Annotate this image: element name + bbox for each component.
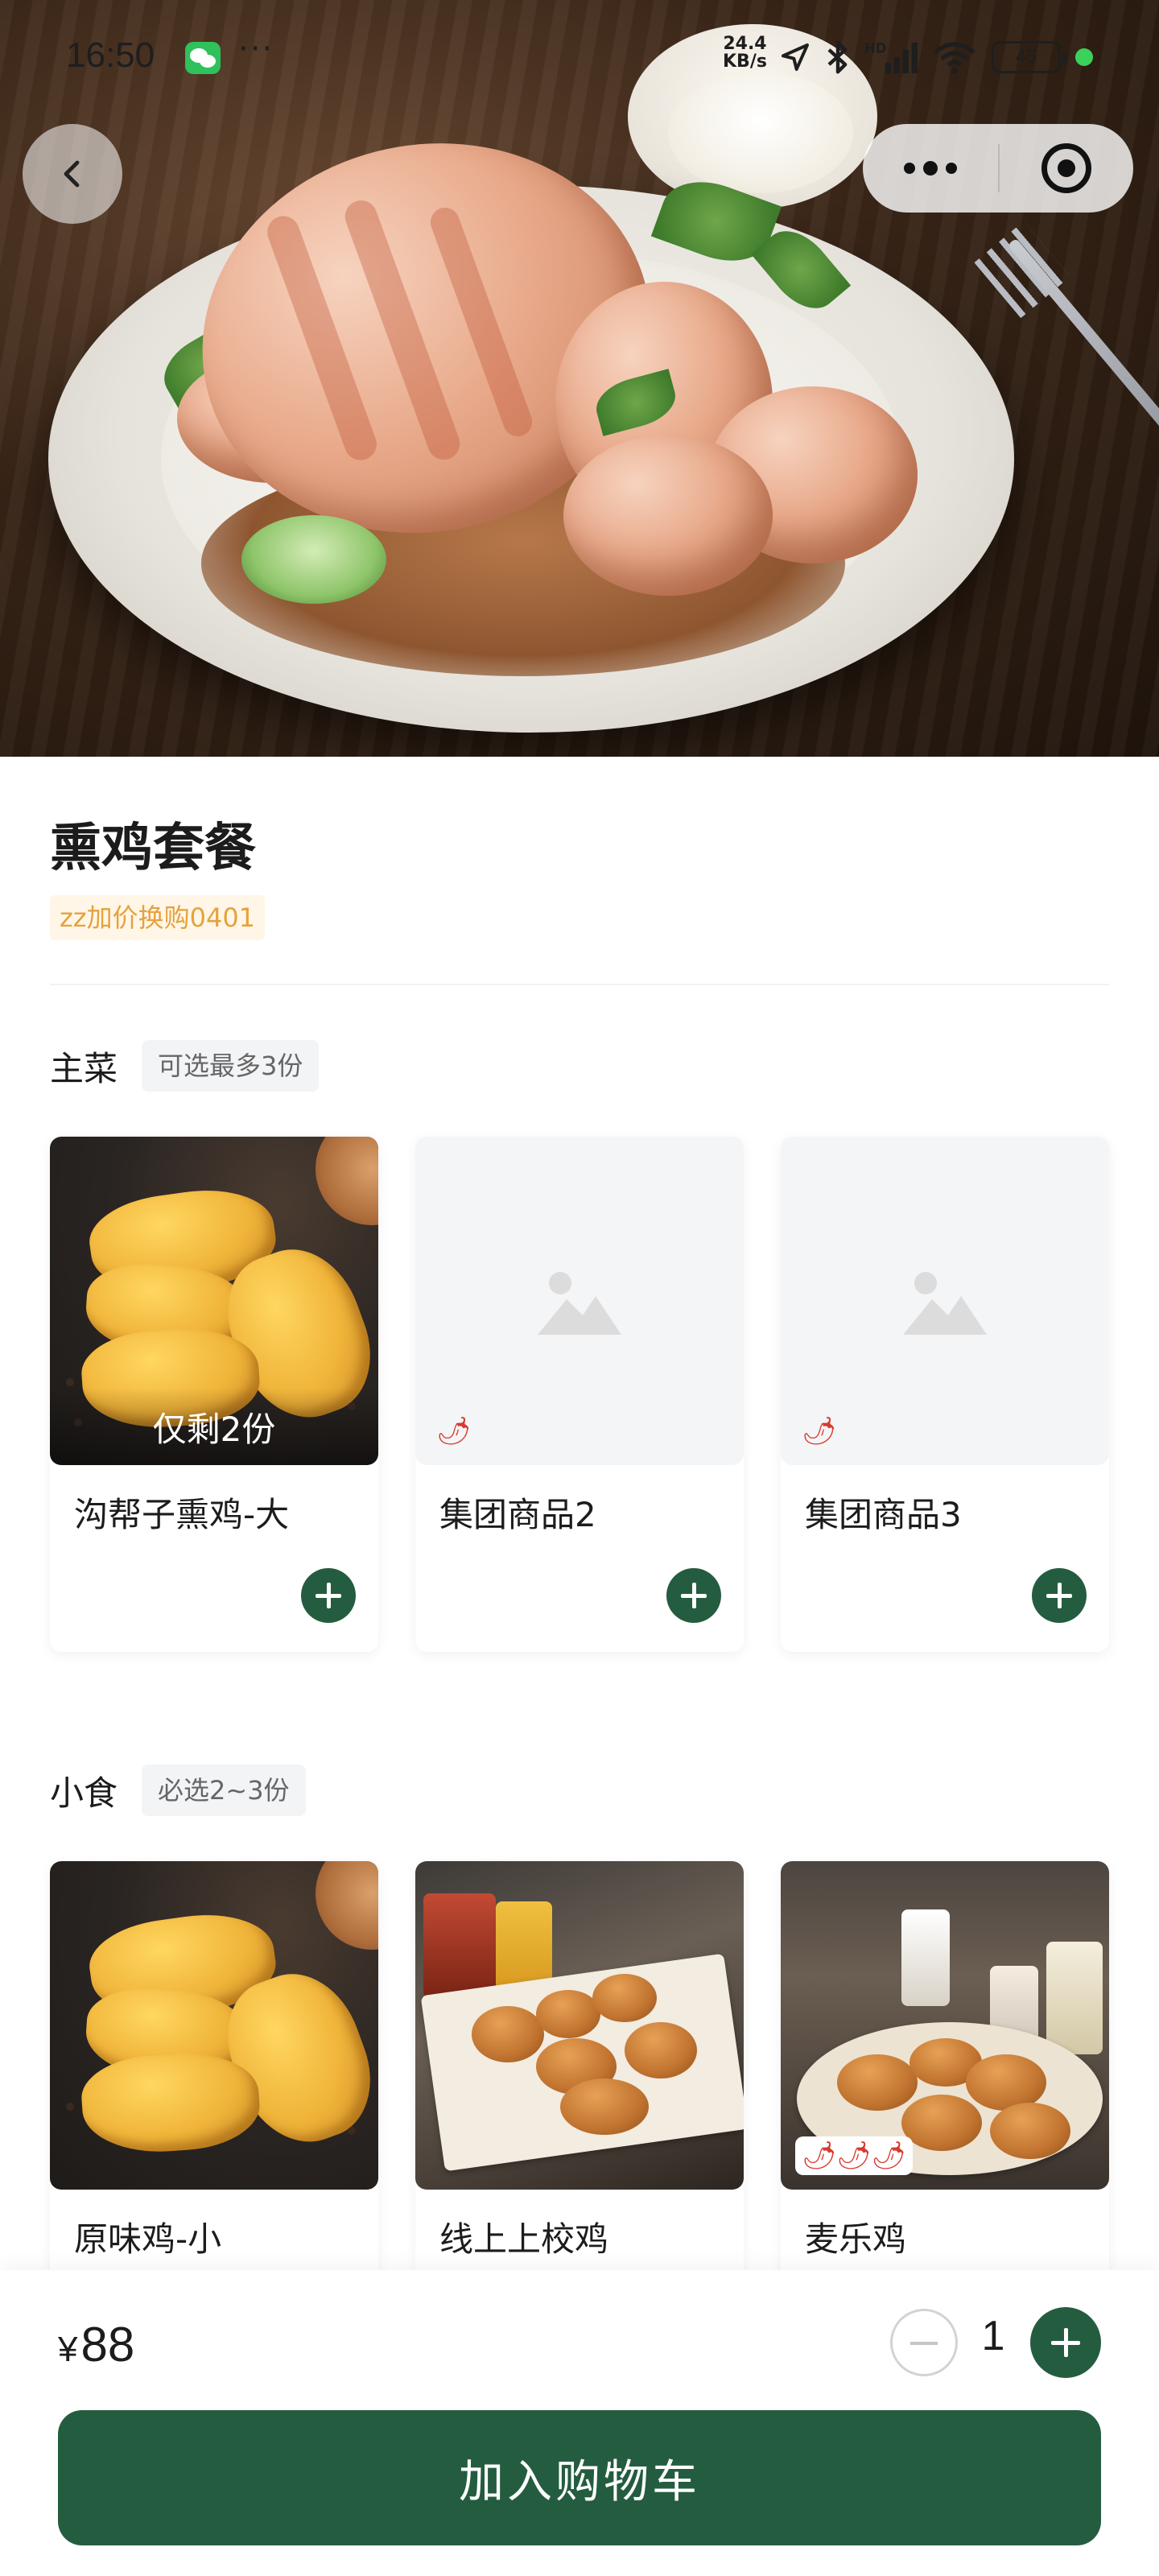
notification-more-icon: ··· — [238, 31, 274, 68]
cucumber-slice — [241, 515, 386, 604]
add-item-button[interactable] — [666, 1568, 721, 1623]
battery-level: 45 — [1015, 46, 1037, 68]
image-placeholder-icon — [903, 1272, 987, 1335]
signal-hd-icon: HD — [864, 41, 918, 74]
more-dots-icon — [923, 161, 938, 175]
stock-remaining-label: 仅剩2份 — [50, 1388, 378, 1465]
product-title: 熏鸡套餐 — [50, 819, 256, 878]
decrease-quantity-button[interactable] — [890, 2309, 958, 2376]
chili-icon: 🌶 — [436, 1415, 472, 1447]
item-image-placeholder: 🌶 — [415, 1137, 744, 1465]
currency-symbol: ¥ — [58, 2330, 78, 2369]
section-title: 主菜 — [50, 1048, 118, 1088]
drink-cup — [496, 1901, 552, 1990]
mini-program-capsule — [863, 124, 1133, 213]
drink-cup — [423, 1893, 496, 1998]
status-bar: 16:50 ··· 24.4 KB/s HD 45 — [0, 0, 1159, 113]
purchase-bar: ¥88 1 加入购物车 — [0, 2270, 1159, 2576]
wood-board — [316, 1137, 378, 1225]
item-name: 集团商品2 — [439, 1495, 596, 1534]
section-rule-badge: 可选最多3份 — [142, 1040, 320, 1092]
spicy-level-badge: 🌶 — [430, 1412, 477, 1451]
item-image — [50, 1861, 378, 2190]
price-value: 88 — [80, 2318, 135, 2372]
image-placeholder-icon — [538, 1272, 621, 1335]
nugget — [990, 2103, 1070, 2159]
spicy-level-badge: 🌶🌶🌶 — [795, 2136, 913, 2175]
wifi-icon — [934, 42, 975, 74]
battery-icon: 45 — [992, 41, 1066, 73]
quantity-value: 1 — [981, 2313, 1005, 2359]
pepper — [348, 2127, 356, 2135]
nugget — [592, 1974, 657, 2022]
more-dots-icon — [904, 163, 915, 174]
chili-icon: 🌶 — [802, 1415, 837, 1447]
drink-cup — [901, 1909, 950, 2006]
network-speed: 24.4 KB/s — [723, 35, 767, 71]
product-hero-image — [0, 0, 1159, 757]
item-image: 🌶🌶🌶 — [781, 1861, 1109, 2190]
close-mini-program-button[interactable] — [1000, 124, 1133, 213]
increase-quantity-button[interactable] — [1030, 2307, 1101, 2378]
wood-board — [316, 1861, 378, 1950]
item-name: 集团商品3 — [805, 1495, 962, 1534]
item-image: 仅剩2份 — [50, 1137, 378, 1465]
item-image-placeholder: 🌶 — [781, 1137, 1109, 1465]
location-icon — [782, 43, 809, 71]
combo-item-card[interactable]: 仅剩2份 沟帮子熏鸡-大 — [50, 1137, 378, 1652]
privacy-indicator-dot — [1075, 48, 1093, 66]
item-name: 麦乐鸡 — [805, 2219, 907, 2259]
section-title: 小食 — [50, 1773, 118, 1813]
nugget — [536, 1990, 600, 2038]
wechat-icon — [185, 42, 221, 74]
add-item-button[interactable] — [1032, 1568, 1087, 1623]
add-item-button[interactable] — [301, 1568, 356, 1623]
svg-text:HD: HD — [864, 41, 887, 56]
item-name: 原味鸡-小 — [74, 2219, 222, 2259]
total-price: ¥88 — [58, 2317, 134, 2372]
more-dots-icon — [946, 163, 957, 174]
combo-item-card[interactable]: 🌶 集团商品3 — [781, 1137, 1109, 1652]
pepper — [66, 2103, 74, 2111]
item-name: 沟帮子熏鸡-大 — [74, 1495, 290, 1534]
nugget — [560, 2079, 649, 2135]
nugget — [901, 2095, 982, 2151]
item-name: 线上上校鸡 — [439, 2219, 609, 2259]
chili-icon: 🌶🌶🌶 — [802, 2140, 906, 2172]
promo-tag: zz加价换购0401 — [50, 895, 266, 940]
add-to-cart-button[interactable]: 加入购物车 — [58, 2410, 1101, 2545]
back-button[interactable] — [23, 124, 122, 224]
more-button[interactable] — [863, 124, 998, 213]
pepper — [66, 1378, 74, 1386]
section-header-snacks: 小食 必选2~3份 — [50, 1765, 306, 1816]
network-speed-value: 24.4 — [723, 34, 767, 54]
drink-cup — [1046, 1942, 1103, 2054]
network-speed-unit: KB/s — [723, 52, 767, 72]
combo-item-card[interactable]: 🌶 集团商品2 — [415, 1137, 744, 1652]
nugget — [837, 2054, 918, 2111]
spicy-level-badge: 🌶 — [795, 1412, 843, 1451]
nugget — [625, 2022, 697, 2079]
nugget — [472, 2006, 544, 2062]
status-time: 16:50 — [66, 35, 155, 75]
chicken-piece — [563, 435, 773, 596]
divider — [50, 984, 1109, 985]
chevron-left-icon — [64, 160, 80, 188]
section-rule-badge: 必选2~3份 — [142, 1765, 306, 1816]
target-close-icon — [1041, 143, 1091, 193]
product-detail: 熏鸡套餐 zz加价换购0401 主菜 可选最多3份 仅剩2份 沟帮子熏鸡-大 🌶… — [0, 757, 1159, 2376]
bluetooth-icon — [827, 40, 848, 74]
item-image — [415, 1861, 744, 2190]
nugget — [79, 2048, 262, 2157]
status-icons: HD 45 — [779, 37, 1093, 77]
section-header-main: 主菜 可选最多3份 — [50, 1040, 320, 1092]
